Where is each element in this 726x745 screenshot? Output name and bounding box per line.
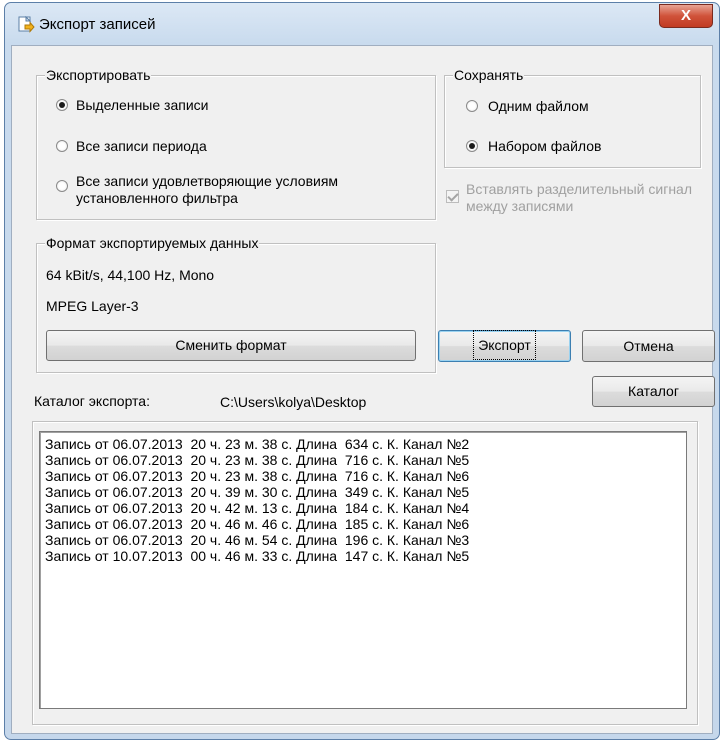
radio-file-set-label[interactable]: Набором файлов [488, 138, 601, 155]
list-item[interactable]: Запись от 06.07.2013 20 ч. 42 м. 13 с. Д… [45, 500, 681, 516]
records-listbox[interactable]: Запись от 06.07.2013 20 ч. 23 м. 38 с. Д… [39, 431, 687, 709]
export-button[interactable]: Экспорт [438, 330, 571, 362]
change-format-button[interactable]: Сменить формат [46, 330, 416, 361]
radio-all-period-records[interactable] [56, 140, 68, 152]
cancel-button-label: Отмена [623, 338, 674, 354]
dialog-client-area: Экспортировать Выделенные записи Все зап… [11, 45, 715, 734]
cancel-button[interactable]: Отмена [582, 330, 715, 362]
list-item[interactable]: Запись от 06.07.2013 20 ч. 23 м. 38 с. Д… [45, 436, 681, 452]
export-group-label: Экспортировать [45, 67, 152, 83]
catalog-button[interactable]: Каталог [592, 376, 715, 407]
radio-filtered-records[interactable] [56, 180, 68, 192]
change-format-button-label: Сменить формат [175, 337, 287, 353]
list-item[interactable]: Запись от 06.07.2013 20 ч. 39 м. 30 с. Д… [45, 484, 681, 500]
radio-selected-records-label[interactable]: Выделенные записи [76, 97, 208, 114]
catalog-button-label: Каталог [628, 383, 679, 399]
radio-all-period-records-label[interactable]: Все записи периода [76, 138, 207, 155]
radio-file-set[interactable] [466, 140, 478, 152]
close-button[interactable]: X [659, 4, 713, 28]
catalog-label: Каталог экспорта: [34, 393, 150, 409]
list-item[interactable]: Запись от 06.07.2013 20 ч. 23 м. 38 с. Д… [45, 452, 681, 468]
export-button-label: Экспорт [473, 330, 536, 360]
catalog-path: C:\Users\kolya\Desktop [220, 394, 367, 410]
window-title: Экспорт записей [39, 16, 156, 33]
format-group-label: Формат экспортируемых данных [45, 235, 260, 251]
list-item[interactable]: Запись от 06.07.2013 20 ч. 23 м. 38 с. Д… [45, 468, 681, 484]
format-bitrate-text: 64 kBit/s, 44,100 Hz, Mono [46, 267, 215, 283]
radio-selected-records[interactable] [56, 99, 68, 111]
radio-single-file[interactable] [466, 100, 478, 112]
radio-single-file-label[interactable]: Одним файлом [488, 98, 589, 115]
format-codec-text: MPEG Layer-3 [46, 298, 139, 314]
export-document-icon [18, 16, 35, 33]
list-item[interactable]: Запись от 06.07.2013 20 ч. 46 м. 54 с. Д… [45, 532, 681, 548]
export-dialog-window: Экспорт записей X Экспортировать Выделен… [4, 2, 720, 740]
radio-filtered-records-label[interactable]: Все записи удовлетворяющие условиям уста… [76, 173, 426, 207]
save-group-label: Сохранять [453, 67, 525, 83]
separator-signal-checkbox [446, 190, 459, 203]
list-item[interactable]: Запись от 10.07.2013 00 ч. 46 м. 33 с. Д… [45, 548, 681, 564]
separator-signal-label: Вставлять разделительный сигнал между за… [466, 181, 693, 214]
title-bar[interactable]: Экспорт записей X [5, 3, 719, 43]
list-item[interactable]: Запись от 06.07.2013 20 ч. 46 м. 46 с. Д… [45, 516, 681, 532]
